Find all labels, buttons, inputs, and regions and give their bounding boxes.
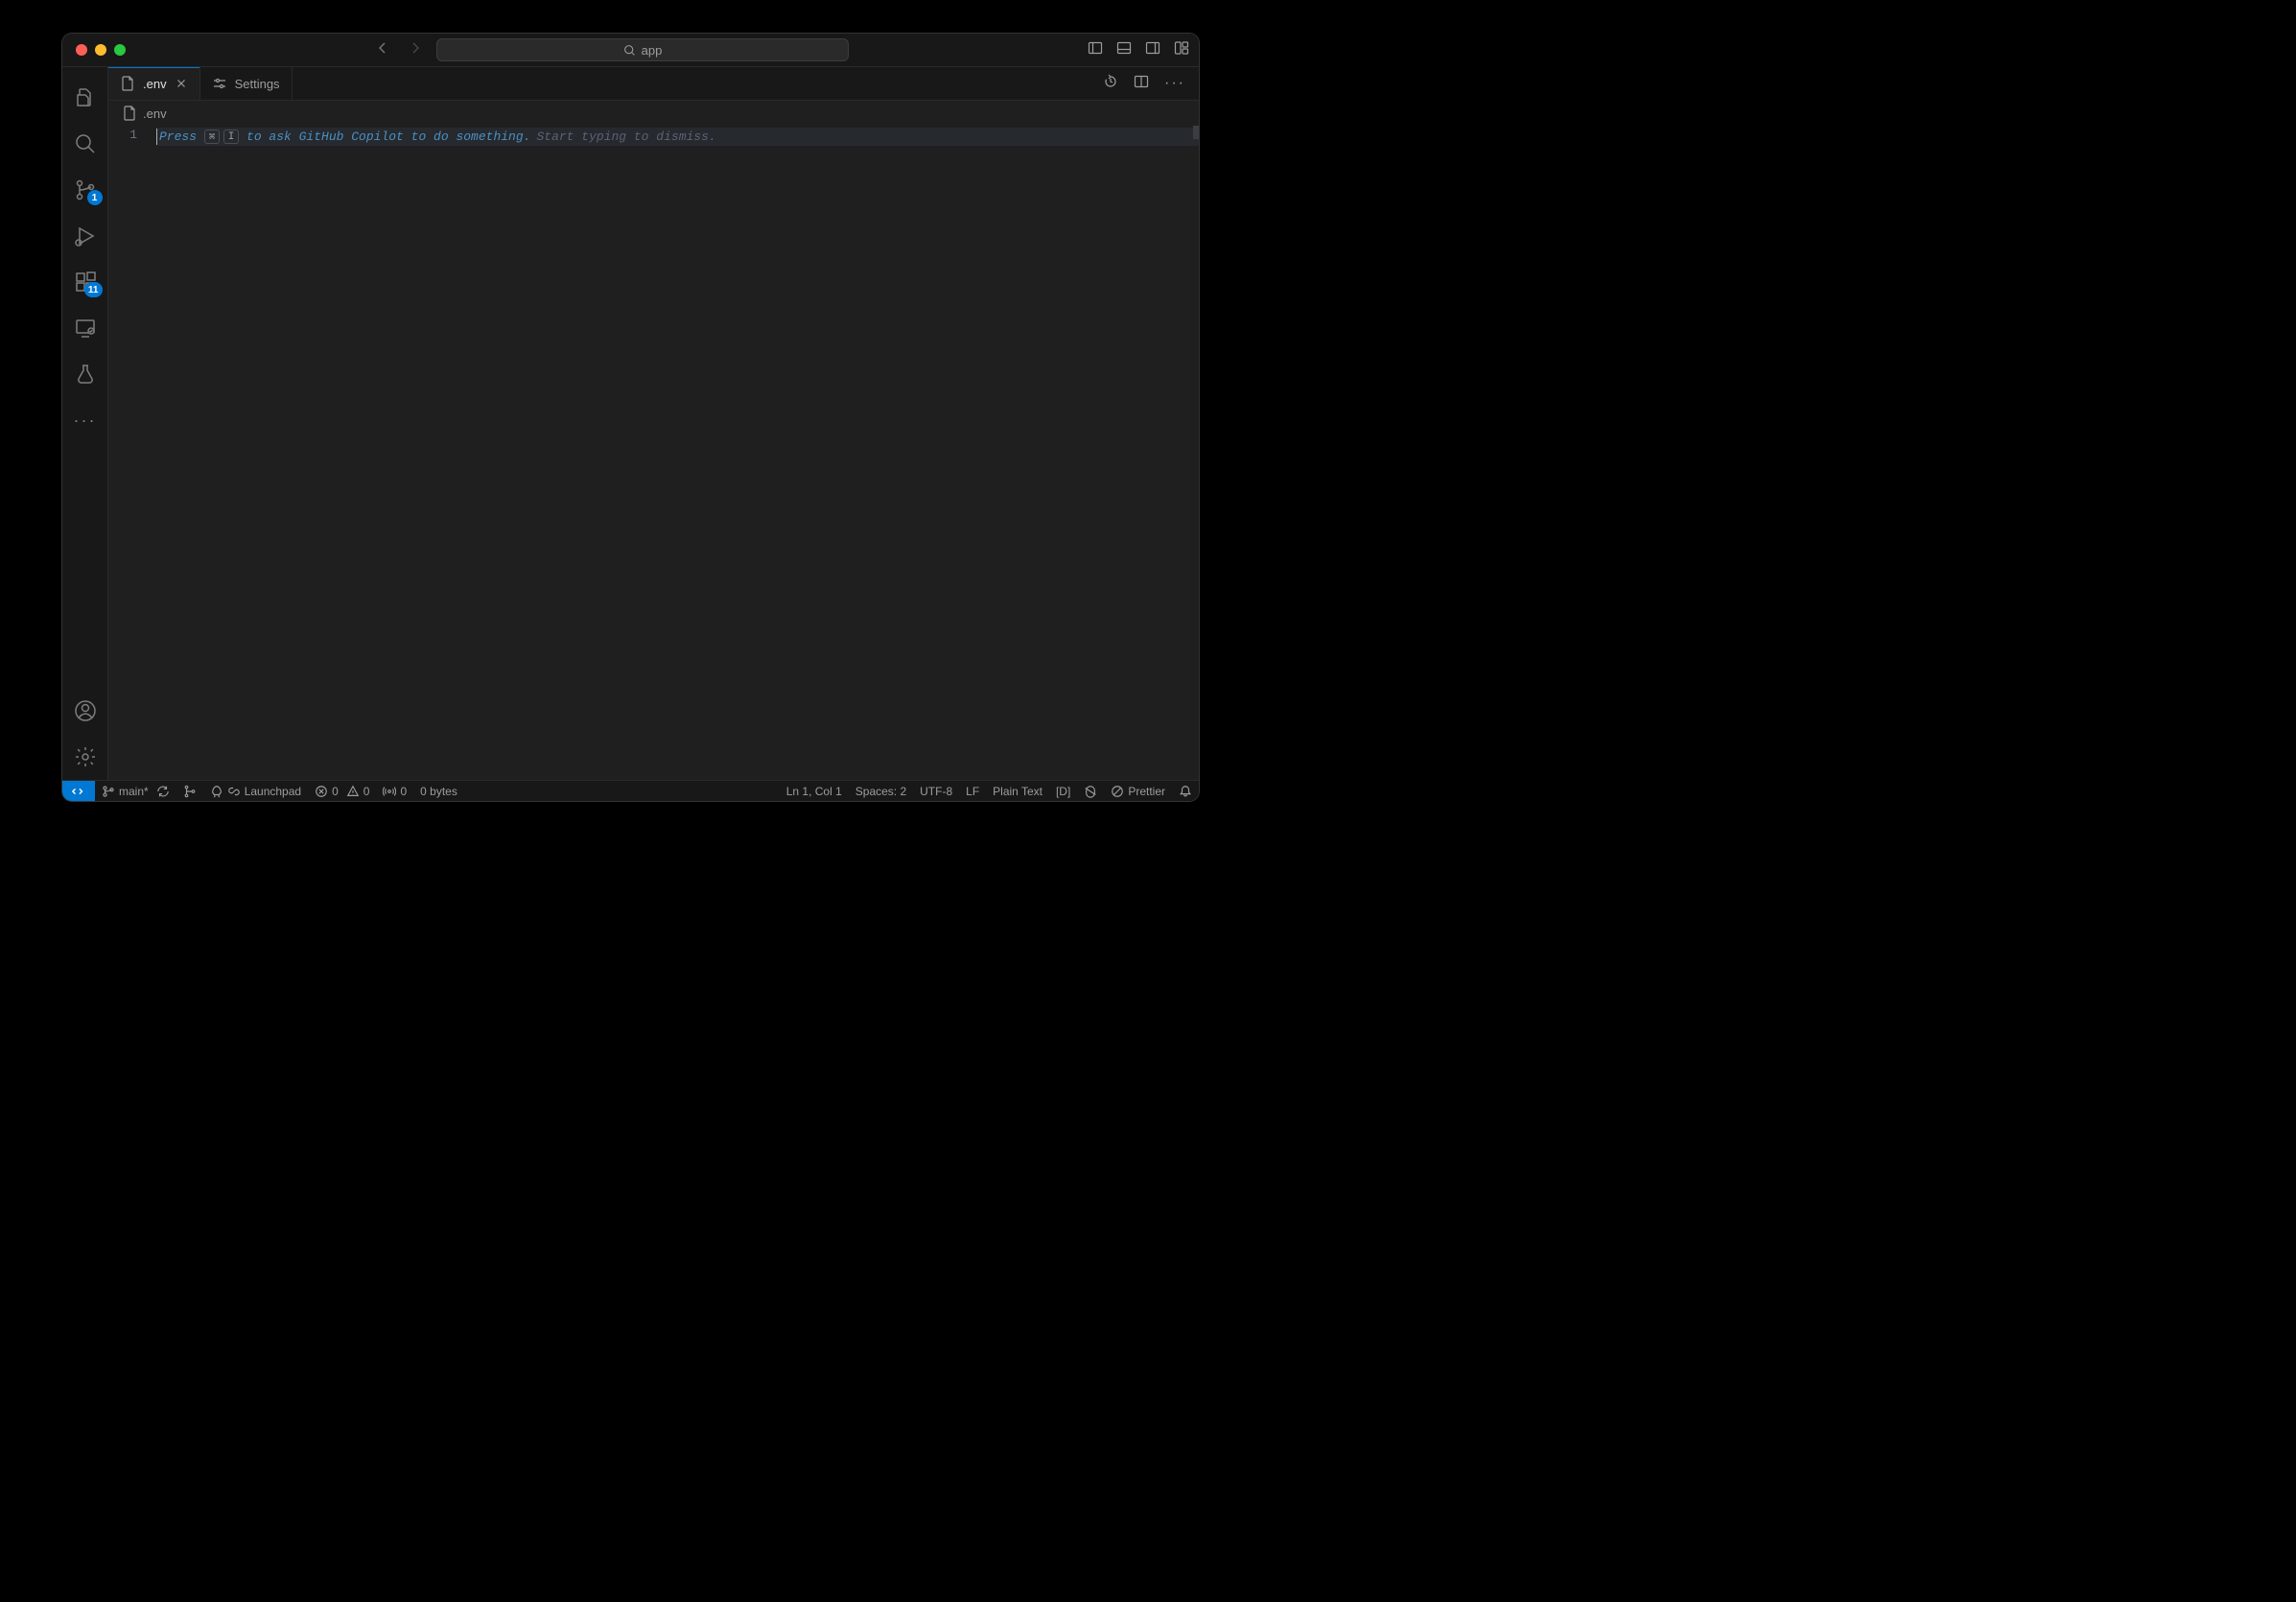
status-bar: main* Launchpad 0 0 0 0 bytes Ln 1, Col … bbox=[62, 780, 1199, 801]
more-actions-icon[interactable]: ··· bbox=[1164, 75, 1185, 92]
radio-icon bbox=[383, 785, 396, 798]
link-icon bbox=[227, 785, 241, 798]
command-center[interactable]: app bbox=[436, 38, 849, 61]
minimap-slider[interactable] bbox=[1193, 126, 1199, 139]
text-editor[interactable]: 1 Press ⌘ I to ask GitHub Copilot to do … bbox=[108, 126, 1199, 780]
line-number-gutter: 1 bbox=[108, 126, 156, 780]
search-icon bbox=[623, 44, 636, 57]
extensions-view-icon[interactable]: 11 bbox=[62, 259, 108, 305]
remote-explorer-view-icon[interactable] bbox=[62, 305, 108, 351]
toggle-secondary-sidebar-icon[interactable] bbox=[1145, 40, 1160, 60]
git-branch-status[interactable]: main* bbox=[95, 781, 176, 801]
toggle-panel-icon[interactable] bbox=[1116, 40, 1132, 60]
cursor-position-status[interactable]: Ln 1, Col 1 bbox=[780, 781, 849, 801]
breadcrumb-filename: .env bbox=[143, 106, 167, 121]
command-center-text: app bbox=[642, 43, 663, 58]
prettier-status[interactable]: Prettier bbox=[1104, 781, 1172, 801]
toggle-primary-sidebar-icon[interactable] bbox=[1088, 40, 1103, 60]
explorer-view-icon[interactable] bbox=[62, 75, 108, 121]
git-branch-icon bbox=[102, 785, 115, 798]
tab-label: .env bbox=[143, 77, 167, 91]
nav-arrows bbox=[375, 40, 423, 60]
nav-forward-icon[interactable] bbox=[408, 40, 423, 60]
tab-env[interactable]: .env bbox=[108, 67, 200, 100]
tab-settings[interactable]: Settings bbox=[200, 67, 293, 100]
additional-views-icon[interactable]: ··· bbox=[62, 397, 108, 443]
encoding-status[interactable]: UTF-8 bbox=[913, 781, 959, 801]
close-icon[interactable] bbox=[175, 77, 188, 90]
titlebar: app bbox=[62, 34, 1199, 67]
minimize-window-button[interactable] bbox=[95, 44, 106, 56]
git-graph-icon bbox=[183, 785, 197, 798]
copilot-icon bbox=[1084, 785, 1097, 798]
indentation-status[interactable]: Spaces: 2 bbox=[849, 781, 913, 801]
notifications-status[interactable] bbox=[1172, 781, 1199, 801]
extensions-badge: 11 bbox=[84, 282, 103, 297]
kbd-i: I bbox=[223, 130, 239, 144]
kbd-cmd: ⌘ bbox=[204, 130, 220, 144]
nav-back-icon[interactable] bbox=[375, 40, 390, 60]
remote-icon bbox=[72, 785, 85, 798]
close-window-button[interactable] bbox=[76, 44, 87, 56]
vscode-window: app bbox=[62, 34, 1199, 801]
mode-status[interactable]: [D] bbox=[1049, 781, 1077, 801]
run-debug-view-icon[interactable] bbox=[62, 213, 108, 259]
eol-status[interactable]: LF bbox=[959, 781, 986, 801]
warning-icon bbox=[346, 785, 360, 798]
git-graph-status[interactable] bbox=[176, 781, 203, 801]
launchpad-status[interactable]: Launchpad bbox=[203, 781, 308, 801]
source-control-view-icon[interactable]: 1 bbox=[62, 167, 108, 213]
breadcrumb[interactable]: .env bbox=[108, 101, 1199, 126]
bell-icon bbox=[1179, 785, 1192, 798]
timeline-icon[interactable] bbox=[1103, 74, 1118, 94]
accounts-icon[interactable] bbox=[62, 688, 108, 734]
copilot-status[interactable] bbox=[1077, 781, 1104, 801]
rocket-icon bbox=[210, 785, 223, 798]
sync-icon[interactable] bbox=[156, 785, 170, 798]
split-editor-icon[interactable] bbox=[1134, 74, 1149, 94]
line-number: 1 bbox=[108, 128, 137, 142]
testing-view-icon[interactable] bbox=[62, 351, 108, 397]
error-icon bbox=[315, 785, 328, 798]
zoom-window-button[interactable] bbox=[114, 44, 126, 56]
problems-status[interactable]: 0 0 bbox=[308, 781, 376, 801]
language-mode-status[interactable]: Plain Text bbox=[986, 781, 1049, 801]
editor-group: .env Settings ··· bbox=[108, 67, 1199, 780]
titlebar-layout-controls bbox=[1088, 40, 1189, 60]
window-controls bbox=[76, 44, 126, 56]
tab-label: Settings bbox=[235, 77, 280, 91]
editor-content[interactable]: Press ⌘ I to ask GitHub Copilot to do so… bbox=[156, 126, 1199, 780]
tab-bar: .env Settings ··· bbox=[108, 67, 1199, 101]
file-icon bbox=[120, 76, 135, 91]
activity-bar: 1 11 ··· bbox=[62, 67, 108, 780]
settings-gear-icon[interactable] bbox=[62, 734, 108, 780]
ports-status[interactable]: 0 bbox=[376, 781, 413, 801]
copilot-hint: Press ⌘ I to ask GitHub Copilot to do so… bbox=[156, 128, 1199, 146]
search-view-icon[interactable] bbox=[62, 121, 108, 167]
scm-badge: 1 bbox=[87, 190, 103, 205]
customize-layout-icon[interactable] bbox=[1174, 40, 1189, 60]
remote-indicator[interactable] bbox=[62, 781, 95, 801]
file-icon bbox=[122, 106, 137, 121]
settings-icon bbox=[212, 76, 227, 91]
editor-actions: ··· bbox=[1103, 67, 1199, 100]
text-cursor bbox=[156, 129, 157, 145]
workbench-body: 1 11 ··· bbox=[62, 67, 1199, 780]
filesize-status[interactable]: 0 bytes bbox=[413, 781, 464, 801]
cancel-icon bbox=[1111, 785, 1124, 798]
